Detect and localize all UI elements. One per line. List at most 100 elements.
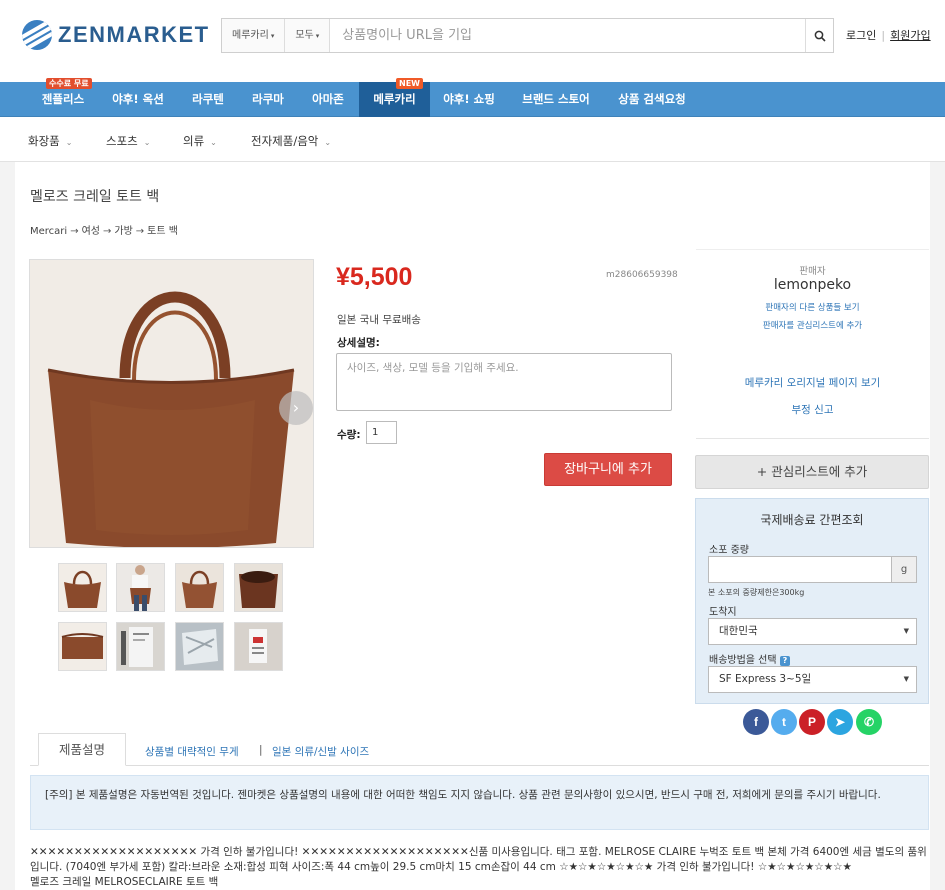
arrow-right-icon: → [102,226,112,237]
translation-notice: [주의] 본 제품설명은 자동번역된 것입니다. 젠마켓은 상품설명의 내용에 … [30,775,929,830]
tab-separator: | [259,744,263,756]
main-navigation: 수수료 무료 젠플리스 야후! 옥션 라쿠텐 라쿠마 아마존 NEW 메루카리 … [0,78,945,117]
site-select[interactable]: 메루카리 ▾ [222,19,286,52]
destination-select[interactable]: 대한민국 ▼ [708,618,917,645]
thumbnail[interactable] [234,622,283,671]
nav-zenplus[interactable]: 수수료 무료 젠플리스 [30,78,96,117]
nav-rakuma[interactable]: 라쿠마 [242,82,294,117]
category-electronics-music[interactable]: 전자제품/음악 ⌄ [251,133,331,149]
nav-mercari[interactable]: NEW 메루카리 [359,78,430,117]
description-paragraph: ✕✕✕✕✕✕✕✕✕✕✕✕✕✕✕✕✕✕✕ 가격 인하 불가입니다! ✕✕✕✕✕✕✕… [30,846,927,873]
weight-label: 소포 중량 [709,545,749,556]
destination-label: 도착지 [709,607,737,618]
breadcrumb: Mercari → 여성 → 가방 → 토트 백 [30,222,178,237]
arrow-right-icon: → [135,226,145,237]
twitter-icon[interactable]: t [771,709,797,735]
search-input[interactable] [330,19,805,52]
caret-down-icon: ▼ [903,675,909,683]
item-id: m28606659398 [606,270,678,280]
search-icon [814,30,826,42]
right-gutter [930,162,945,890]
caret-down-icon: ▾ [270,32,275,40]
nav-amazon[interactable]: 아마존 [302,82,354,117]
seller-panel: 판매자 lemonpeko 판매자의 다른 상품들 보기 판매자를 관심리스트에… [696,249,929,439]
auth-links: 로그인 | 회원가입 [846,27,931,43]
next-image-button[interactable]: › [279,391,313,425]
thumbnail[interactable] [58,563,107,612]
facebook-icon[interactable]: f [743,709,769,735]
free-fee-badge: 수수료 무료 [46,78,92,89]
breadcrumb-bags[interactable]: 가방 [114,226,132,237]
chevron-right-icon: › [292,398,300,417]
thumbnail[interactable] [58,622,107,671]
breadcrumb-women[interactable]: 여성 [82,226,100,237]
thumbnail[interactable] [175,563,224,612]
nav-search-request[interactable]: 상품 검색요청 [609,82,695,117]
seller-name[interactable]: lemonpeko [696,277,929,293]
details-textarea[interactable] [336,353,672,411]
category-navigation: 화장품 ⌄ 스포츠 ⌄ 의류 ⌄ 전자제품/음악 ⌄ [0,118,945,162]
nav-yahoo-auction[interactable]: 야후! 옥션 [100,82,176,117]
zenmarket-logo[interactable]: ZENMARKET [22,20,210,50]
product-description: ✕✕✕✕✕✕✕✕✕✕✕✕✕✕✕✕✕✕✕ 가격 인하 불가입니다! ✕✕✕✕✕✕✕… [30,845,929,890]
thumbnail[interactable] [116,563,165,612]
tabs-divider [30,765,929,766]
telegram-icon[interactable]: ➤ [827,709,853,735]
quantity-input[interactable] [366,421,397,444]
arrow-right-icon: → [70,226,79,237]
caret-down-icon: ▾ [315,32,320,40]
nav-rakuten[interactable]: 라쿠텐 [182,82,234,117]
login-link[interactable]: 로그인 [846,29,876,42]
thumbnail[interactable] [116,622,165,671]
add-to-cart-button[interactable]: 장바구니에 추가 [544,453,672,486]
thumbnail-gallery [58,563,288,673]
search-bar: 메루카리 ▾ 모두 ▾ [221,18,834,53]
chevron-down-icon: ⌄ [143,138,151,147]
main-product-image[interactable] [29,259,314,548]
shipping-note: 일본 국내 무료배송 [337,314,421,326]
nav-brand-store[interactable]: 브랜드 스토어 [512,82,600,117]
caret-down-icon: ▼ [903,627,909,635]
shipping-calculator: 국제배송료 간편조회 소포 중량 g 본 소포의 중량제한은300kg 도착지 … [695,498,929,704]
category-select[interactable]: 모두 ▾ [285,19,331,52]
tab-description[interactable]: 제품설명 [38,733,126,766]
left-gutter [0,162,15,890]
details-label: 상세설명: [337,337,380,349]
logo-text: ZENMARKET [58,22,210,47]
chevron-down-icon: ⌄ [65,138,73,147]
auth-separator: | [881,29,886,42]
chevron-down-icon: ⌄ [210,138,217,147]
product-title: 멜로즈 크레일 토트 백 [30,189,160,205]
method-label: 배송방법을 선택? [709,651,791,666]
tote-bag-image [30,260,313,547]
thumbnail[interactable] [175,622,224,671]
seller-other-items-link[interactable]: 판매자의 다른 상품들 보기 [696,301,929,313]
tab-weight-guide[interactable]: 상품별 대략적인 무게 [145,744,239,759]
chevron-down-icon: ⌄ [324,138,332,147]
breadcrumb-mercari[interactable]: Mercari [30,226,67,237]
shipping-method-select[interactable]: SF Express 3~5일 ▼ [708,666,917,693]
category-clothing[interactable]: 의류 ⌄ [183,133,217,149]
globe-icon [22,20,52,50]
category-cosmetics[interactable]: 화장품 ⌄ [28,133,72,149]
mercari-original-page-link[interactable]: 메루카리 오리지널 페이지 보기 [696,375,929,390]
seller-add-favorite-link[interactable]: 판매자를 관심리스트에 추가 [696,319,929,331]
seller-label: 판매자 [799,266,826,277]
quantity-label: 수량: [337,429,361,441]
price: ¥5,500 [336,263,413,291]
category-sports[interactable]: 스포츠 ⌄ [106,133,150,149]
breadcrumb-tote[interactable]: 토트 백 [147,226,178,237]
weight-input[interactable] [708,556,892,583]
whatsapp-icon[interactable]: ✆ [856,709,882,735]
weight-limit-note: 본 소포의 중량제한은300kg [708,588,805,597]
search-button[interactable] [805,19,833,52]
help-icon[interactable]: ? [779,656,791,666]
tab-size-guide[interactable]: 일본 의류/신발 사이즈 [272,744,369,759]
report-link[interactable]: 부정 신고 [696,402,929,417]
signup-link[interactable]: 회원가입 [890,29,930,42]
pinterest-icon[interactable]: P [799,709,825,735]
thumbnail[interactable] [234,563,283,612]
calculator-title: 국제배송료 간편조회 [760,513,864,527]
nav-yahoo-shopping[interactable]: 야후! 쇼핑 [436,82,502,117]
add-to-wishlist-button[interactable]: + 관심리스트에 추가 [695,455,929,489]
